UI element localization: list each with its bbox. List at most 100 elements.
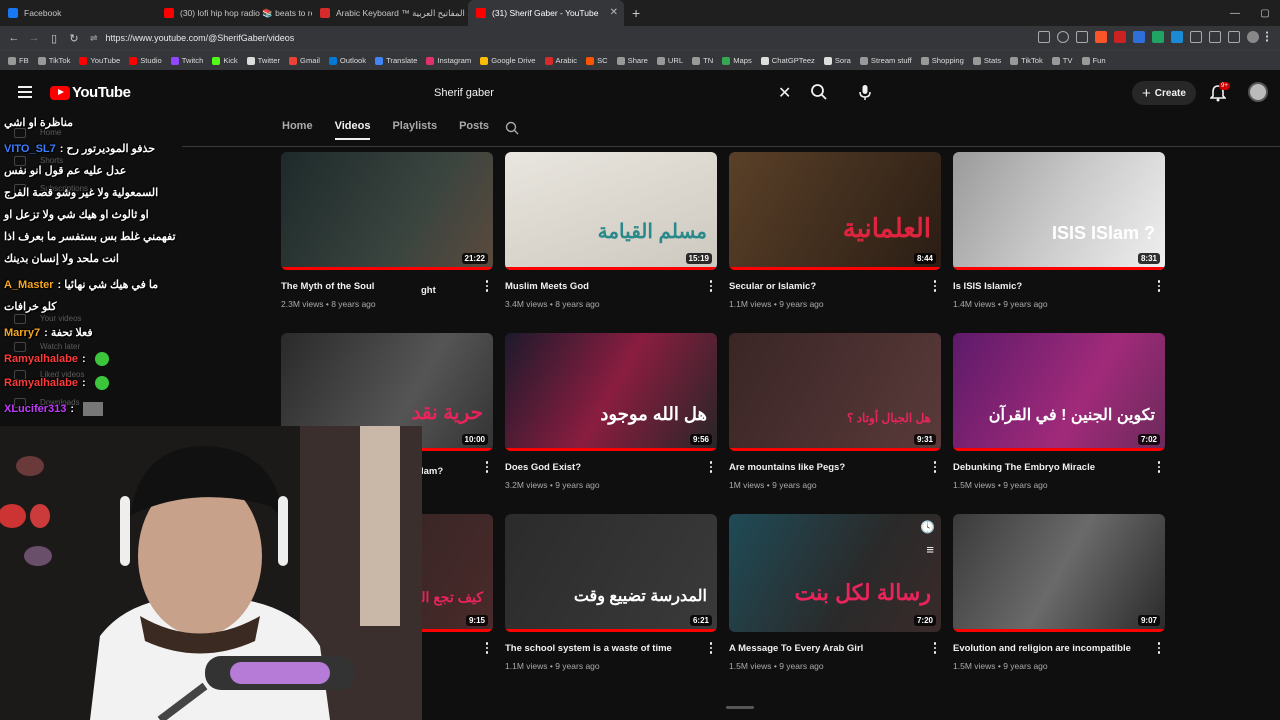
bookmark-item[interactable]: Share xyxy=(616,56,648,65)
video-title[interactable]: Does God Exist? xyxy=(505,462,695,473)
zoom-icon[interactable] xyxy=(1057,31,1069,43)
bookmark-item[interactable]: ChatGPTeez xyxy=(760,56,815,65)
video-title[interactable]: A Message To Every Arab Girl xyxy=(729,643,919,654)
reload-icon[interactable]: ↻ xyxy=(64,32,84,45)
video-title[interactable]: Debunking The Embryo Miracle xyxy=(953,462,1143,473)
bookmark-item[interactable]: Outlook xyxy=(328,56,366,65)
browser-tab-arabic-keyboard[interactable]: Arabic Keyboard ™ لوحة المفاتيح العربية xyxy=(312,0,468,26)
watch-later-icon[interactable]: 🕓 xyxy=(920,520,935,534)
tab-posts[interactable]: Posts xyxy=(459,120,489,138)
cast-icon[interactable] xyxy=(1038,31,1050,43)
video-menu-icon[interactable] xyxy=(933,280,937,294)
new-tab-button[interactable]: + xyxy=(632,5,640,21)
tab-home[interactable]: Home xyxy=(282,120,313,138)
close-tab-icon[interactable]: ✕ xyxy=(610,7,618,18)
youtube-logo[interactable]: YouTube xyxy=(50,84,131,101)
video-thumbnail[interactable]: المدرسة تضييع وقت 6:21 xyxy=(505,514,717,632)
bookmark-item[interactable]: Arabic xyxy=(544,56,577,65)
add-to-queue-icon[interactable]: ≡ xyxy=(926,542,934,557)
rewards-icon[interactable] xyxy=(1114,31,1126,43)
clear-search-icon[interactable]: ✕ xyxy=(778,83,791,103)
video-thumbnail[interactable]: 21:22 xyxy=(281,152,493,270)
account-avatar[interactable] xyxy=(1248,82,1268,102)
video-title[interactable]: The school system is a waste of time xyxy=(505,643,695,654)
video-menu-icon[interactable] xyxy=(1157,280,1161,294)
url-field[interactable]: ⇌ https://www.youtube.com/@SherifGaber/v… xyxy=(90,29,1010,47)
media-icon[interactable] xyxy=(1228,31,1240,43)
maximize-button[interactable]: ▢ xyxy=(1250,0,1280,26)
bookmark-item[interactable]: Translate xyxy=(375,56,417,65)
search-input[interactable]: Sherif gaber xyxy=(424,78,804,108)
video-title-partial[interactable]: ght xyxy=(421,285,481,296)
video-menu-icon[interactable] xyxy=(485,642,489,656)
extension-blue-icon[interactable] xyxy=(1133,31,1145,43)
tab-playlists[interactable]: Playlists xyxy=(392,120,437,138)
bookmark-item[interactable]: Stats xyxy=(972,56,1001,65)
video-thumbnail[interactable]: هل الله موجود 9:56 xyxy=(505,333,717,451)
bookmark-item[interactable]: SC xyxy=(586,56,608,65)
scroll-indicator[interactable] xyxy=(726,706,754,709)
bookmark-item[interactable]: URL xyxy=(656,56,683,65)
bookmark-item[interactable]: Fun xyxy=(1081,56,1106,65)
bookmark-item[interactable]: TikTok xyxy=(37,56,70,65)
tab-videos[interactable]: Videos xyxy=(334,120,371,140)
bookmark-item[interactable]: FB xyxy=(8,56,29,65)
bookmark-item[interactable]: Twitch xyxy=(170,56,203,65)
video-thumbnail[interactable]: تكوين الجنين ! في القرآن 7:02 xyxy=(953,333,1165,451)
bookmark-item[interactable]: YouTube xyxy=(79,56,120,65)
video-menu-icon[interactable] xyxy=(709,642,713,656)
video-menu-icon[interactable] xyxy=(709,461,713,475)
video-thumbnail[interactable]: رسالة لكل بنت 7:20 🕓 ≡ xyxy=(729,514,941,632)
sidebar-toggle-icon[interactable] xyxy=(1209,31,1221,43)
video-thumbnail[interactable]: 9:07 xyxy=(953,514,1165,632)
bookmark-icon[interactable]: ▯ xyxy=(44,32,64,45)
microphone-icon[interactable] xyxy=(856,83,874,106)
bookmark-item[interactable]: Kick xyxy=(212,56,238,65)
video-title-partial[interactable]: lam? xyxy=(421,466,481,477)
video-menu-icon[interactable] xyxy=(485,461,489,475)
bookmark-item[interactable]: Sora xyxy=(823,56,851,65)
share-icon[interactable] xyxy=(1076,31,1088,43)
bookmark-item[interactable]: Instagram xyxy=(426,56,471,65)
bookmark-item[interactable]: Twitter xyxy=(246,56,280,65)
search-icon[interactable] xyxy=(810,83,828,106)
site-settings-icon[interactable]: ⇌ xyxy=(90,33,98,44)
video-menu-icon[interactable] xyxy=(709,280,713,294)
browser-tab-lofi[interactable]: (30) lofi hip hop radio 📚 beats to re xyxy=(156,0,312,26)
minimize-button[interactable]: — xyxy=(1220,0,1250,26)
create-button[interactable]: + Create xyxy=(1132,81,1196,105)
bookmark-item[interactable]: Shopping xyxy=(920,56,964,65)
back-icon[interactable]: ← xyxy=(4,32,24,44)
video-title[interactable]: Are mountains like Pegs? xyxy=(729,462,919,473)
video-thumbnail[interactable]: العلمانية 8:44 xyxy=(729,152,941,270)
video-menu-icon[interactable] xyxy=(1157,461,1161,475)
video-menu-icon[interactable] xyxy=(485,280,489,294)
video-thumbnail[interactable]: مسلم القيامة 15:19 xyxy=(505,152,717,270)
bookmark-item[interactable]: TV xyxy=(1051,56,1073,65)
profile-icon[interactable] xyxy=(1247,31,1259,43)
bookmark-item[interactable]: Maps xyxy=(722,56,752,65)
video-menu-icon[interactable] xyxy=(933,461,937,475)
bookmark-item[interactable]: TikTok xyxy=(1010,56,1043,65)
browser-tab-sherif-gaber[interactable]: (31) Sherif Gaber - YouTube ✕ xyxy=(468,0,624,26)
video-title[interactable]: Secular or Islamic? xyxy=(729,281,919,292)
video-thumbnail[interactable]: ISIS ISlam ? 8:31 xyxy=(953,152,1165,270)
bookmark-item[interactable]: Google Drive xyxy=(480,56,536,65)
extension-green-icon[interactable] xyxy=(1152,31,1164,43)
extension-teal-icon[interactable] xyxy=(1171,31,1183,43)
forward-icon[interactable]: → xyxy=(24,32,44,44)
menu-icon[interactable] xyxy=(1266,31,1270,43)
video-title[interactable]: Muslim Meets God xyxy=(505,281,695,292)
video-title[interactable]: Evolution and religion are incompatible xyxy=(953,643,1143,654)
bookmark-item[interactable]: Studio xyxy=(129,56,162,65)
bookmark-item[interactable]: Gmail xyxy=(289,56,320,65)
channel-search-icon[interactable] xyxy=(505,121,519,140)
video-menu-icon[interactable] xyxy=(933,642,937,656)
video-menu-icon[interactable] xyxy=(1157,642,1161,656)
brave-icon[interactable] xyxy=(1095,31,1107,43)
bookmark-item[interactable]: TN xyxy=(692,56,713,65)
video-title[interactable]: Is ISIS Islamic? xyxy=(953,281,1143,292)
hamburger-menu-icon[interactable] xyxy=(18,86,32,101)
browser-tab-facebook[interactable]: Facebook xyxy=(0,0,156,26)
extensions-icon[interactable] xyxy=(1190,31,1202,43)
